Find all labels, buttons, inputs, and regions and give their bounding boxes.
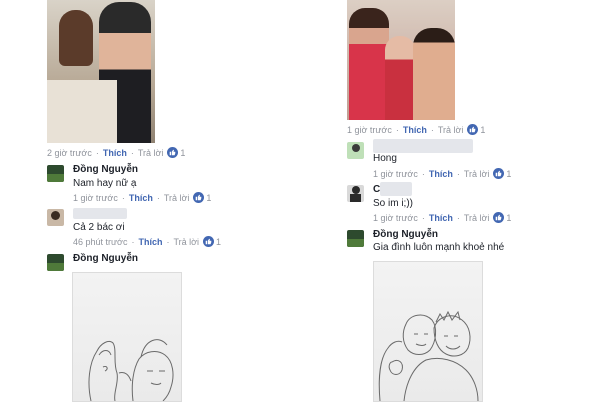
comment-author[interactable]: Đồng Nguyễn <box>73 253 138 264</box>
comment-text: Nam hay nữ ạ <box>73 178 137 189</box>
comment-meta: 1 giờ trước · Thích · Trả lời 1 <box>373 212 512 223</box>
like-link[interactable]: Thích <box>138 237 162 247</box>
timestamp: 1 giờ trước <box>73 192 118 203</box>
comment-text: Cả 2 bác ơi <box>73 222 125 233</box>
comment-author[interactable]: Đồng Nguyễn <box>73 164 138 175</box>
comment-sketch-image[interactable] <box>72 272 182 402</box>
reply-link[interactable]: Trả lời <box>138 148 164 158</box>
avatar[interactable] <box>47 209 64 226</box>
photo-table <box>47 80 117 143</box>
timestamp: 1 giờ trước <box>347 124 392 135</box>
left-photo-meta: 2 giờ trước · Thích · Trả lời 1 <box>47 147 186 158</box>
comment-author[interactable]: Đồng Nguyễn <box>373 229 438 240</box>
like-link[interactable]: Thích <box>403 125 427 135</box>
like-count: 1 <box>506 212 512 223</box>
thumbs-up-icon <box>467 124 479 135</box>
like-count-badge[interactable]: 1 <box>493 212 511 223</box>
like-count-badge[interactable]: 1 <box>203 236 221 247</box>
comment-text: Gia đình luôn mạnh khoẻ nhé <box>373 242 505 253</box>
like-count-badge[interactable]: 1 <box>193 192 211 203</box>
avatar[interactable] <box>47 254 64 271</box>
avatar[interactable] <box>347 230 364 247</box>
left-post-photo[interactable] <box>47 0 155 143</box>
like-count-badge[interactable]: 1 <box>493 168 511 179</box>
like-count: 1 <box>180 147 186 158</box>
like-link[interactable]: Thích <box>429 213 453 223</box>
reply-link[interactable]: Trả lời <box>164 193 190 203</box>
reply-link[interactable]: Trả lời <box>173 237 199 247</box>
like-count: 1 <box>480 124 486 135</box>
avatar[interactable] <box>47 165 64 182</box>
blurred-author-name <box>380 182 412 196</box>
reply-link[interactable]: Trả lời <box>464 213 490 223</box>
like-count-badge[interactable]: 1 <box>467 124 485 135</box>
comment-meta: 1 giờ trước · Thích · Trả lời 1 <box>73 192 212 203</box>
like-link[interactable]: Thích <box>129 193 153 203</box>
blurred-author-name <box>73 208 127 219</box>
thumbs-up-icon <box>193 192 205 203</box>
comment-text: So im i;)) <box>373 198 413 209</box>
right-photo-meta: 1 giờ trước · Thích · Trả lời 1 <box>347 124 486 135</box>
timestamp: 1 giờ trước <box>373 212 418 223</box>
timestamp: 2 giờ trước <box>47 147 92 158</box>
timestamp: 1 giờ trước <box>373 168 418 179</box>
avatar[interactable] <box>347 185 364 202</box>
like-count: 1 <box>506 168 512 179</box>
thumbs-up-icon <box>493 168 505 179</box>
like-count: 1 <box>206 192 212 203</box>
like-count-badge[interactable]: 1 <box>167 147 185 158</box>
photo-child <box>385 36 415 120</box>
thumbs-up-icon <box>493 212 505 223</box>
comment-text: Hong <box>373 153 397 164</box>
right-post-photo[interactable] <box>347 0 455 120</box>
like-link[interactable]: Thích <box>103 148 127 158</box>
like-link[interactable]: Thích <box>429 169 453 179</box>
photo-person-woman <box>349 8 389 120</box>
reply-link[interactable]: Trả lời <box>438 125 464 135</box>
blurred-author-name <box>373 139 473 153</box>
thumbs-up-icon <box>203 236 215 247</box>
timestamp: 46 phút trước <box>73 236 128 247</box>
pencil-sketch-drawing <box>88 339 174 401</box>
reply-link[interactable]: Trả lời <box>464 169 490 179</box>
photo-person-man <box>413 28 455 120</box>
comment-meta: 46 phút trước · Thích · Trả lời 1 <box>73 236 222 247</box>
comment-sketch-image[interactable] <box>373 261 483 402</box>
comment-meta: 1 giờ trước · Thích · Trả lời 1 <box>373 168 512 179</box>
avatar[interactable] <box>347 142 364 159</box>
pencil-sketch-drawing <box>378 310 479 401</box>
like-count: 1 <box>216 236 222 247</box>
photo-person-woman <box>59 10 93 66</box>
thumbs-up-icon <box>167 147 179 158</box>
